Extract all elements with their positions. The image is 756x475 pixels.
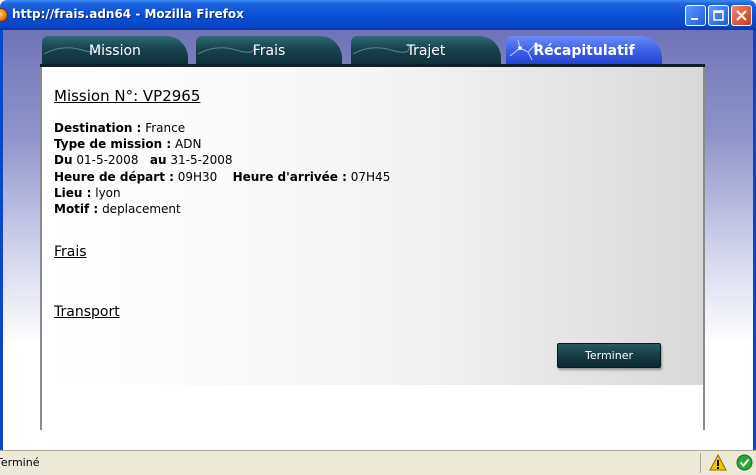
hours-row: Heure de départ : 09H30 Heure d'arrivée … (54, 170, 390, 184)
terminer-button[interactable]: Terminer (557, 343, 661, 368)
swirl-decoration-icon (197, 45, 255, 55)
warning-icon[interactable] (709, 454, 727, 471)
depart-value: 09H30 (177, 170, 218, 184)
check-icon[interactable] (736, 454, 753, 471)
destination-label: Destination : (54, 121, 142, 135)
motif-label: Motif : (54, 202, 99, 216)
motif-value: deplacement (102, 202, 181, 216)
au-value: 31-5-2008 (170, 153, 233, 167)
du-label: Du (54, 153, 73, 167)
recap-panel: Mission N°: VP2965 Destination : France … (40, 67, 705, 385)
motif-row: Motif : deplacement (54, 202, 181, 216)
lieu-label: Lieu : (54, 186, 92, 200)
panel-lower-area (40, 385, 705, 430)
destination-value: France (145, 121, 186, 135)
arrivee-value: 07H45 (350, 170, 391, 184)
tab-trajet[interactable]: Trajet (351, 36, 501, 66)
close-icon (736, 10, 747, 21)
type-value: ADN (175, 137, 202, 151)
dates-row: Du 01-5-2008 au 31-5-2008 (54, 153, 232, 167)
status-separator (700, 453, 701, 473)
du-value: 01-5-2008 (76, 153, 139, 167)
lieu-row: Lieu : lyon (54, 186, 121, 200)
swirl-decoration-icon (352, 45, 410, 55)
window-titlebar[interactable]: http://frais.adn64 - Mozilla Firefox (0, 0, 756, 30)
type-label: Type de mission : (54, 137, 172, 151)
destination-row: Destination : France (54, 121, 185, 135)
depart-label: Heure de départ : (54, 170, 174, 184)
tab-strip: Mission Frais Trajet Récapitulatif (40, 34, 705, 66)
type-row: Type de mission : ADN (54, 137, 201, 151)
window-border-left (0, 30, 3, 450)
close-button[interactable] (731, 5, 752, 26)
tab-label: Récapitulatif (533, 43, 635, 59)
au-label: au (149, 153, 167, 167)
status-text: Terminé (0, 456, 40, 469)
lieu-value: lyon (95, 186, 121, 200)
window-title: http://frais.adn64 - Mozilla Firefox (12, 7, 244, 21)
tab-recapitulatif[interactable]: Récapitulatif (506, 36, 662, 66)
tab-frais[interactable]: Frais (196, 36, 342, 66)
firefox-icon (0, 8, 8, 22)
maximize-button[interactable] (708, 5, 729, 26)
tab-mission[interactable]: Mission (42, 36, 188, 66)
status-bar: Terminé (0, 450, 756, 475)
tab-label: Mission (89, 43, 141, 59)
minimize-button[interactable] (685, 5, 706, 26)
minimize-icon (691, 18, 698, 20)
section-transport-title: Transport (54, 304, 120, 320)
tab-label: Frais (252, 43, 286, 59)
tab-label: Trajet (406, 43, 446, 59)
arrivee-label: Heure d'arrivée : (232, 170, 347, 184)
maximize-icon (713, 10, 724, 21)
page-title: Mission N°: VP2965 (54, 87, 201, 105)
section-frais-title: Frais (54, 244, 87, 260)
